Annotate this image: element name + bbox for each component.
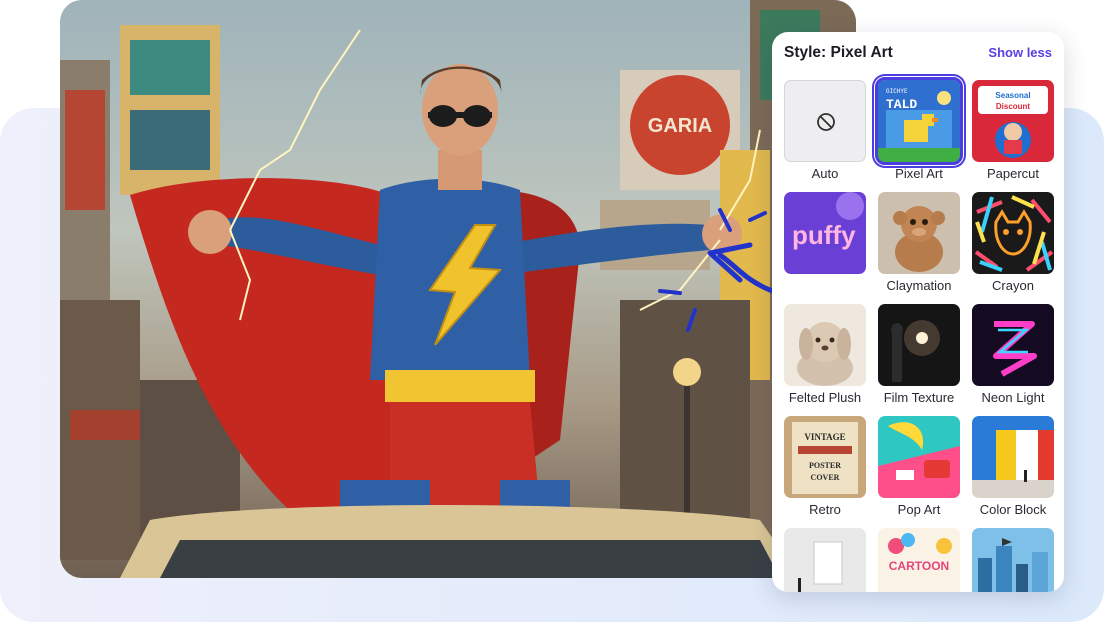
style-tile-neon-light[interactable]: Neon Light: [972, 304, 1054, 405]
style-tile-pop-art[interactable]: Pop Art: [878, 416, 960, 517]
color-block-thumbnail: [972, 416, 1054, 498]
style-thumb: [878, 416, 960, 498]
cartoon-thumbnail: CARTOON: [878, 528, 960, 592]
style-tile-film-texture[interactable]: Film Texture: [878, 304, 960, 405]
style-thumb: [972, 528, 1054, 592]
pixel-subtext: GICHYE: [886, 88, 908, 95]
crayon-thumbnail: [972, 192, 1054, 274]
style-label: Claymation: [886, 278, 952, 293]
style-tile-cartoon[interactable]: CARTOON: [878, 528, 960, 592]
style-tile-pixel-art[interactable]: GICHYE TALD Pixel Art: [875, 77, 963, 181]
sign-text: GARIA: [648, 115, 712, 137]
panel-header: Style: Pixel Art Show less: [772, 32, 1064, 76]
style-thumb: [878, 304, 960, 386]
minimal-thumbnail: [784, 528, 866, 592]
puffy-text: puffy: [792, 220, 856, 250]
style-tile-puffy[interactable]: puffy: [784, 192, 866, 290]
pixel-art-thumbnail: GICHYE TALD: [878, 80, 960, 162]
pop-art-thumbnail: [878, 416, 960, 498]
style-tile-color-block[interactable]: Color Block: [972, 416, 1054, 517]
style-thumb: [784, 80, 866, 162]
style-tile-auto[interactable]: Auto: [784, 80, 866, 181]
style-tile-crayon[interactable]: Crayon: [972, 192, 1054, 293]
felted-plush-thumbnail: [784, 304, 866, 386]
pixel-text: TALD: [886, 97, 917, 112]
cartoon-text: CARTOON: [889, 559, 949, 573]
retro-thumbnail: VINTAGE POSTER COVER: [784, 416, 866, 498]
style-thumb: [784, 304, 866, 386]
no-style-icon: [817, 113, 835, 131]
svg-text:VINTAGE: VINTAGE: [804, 432, 845, 442]
svg-text:Discount: Discount: [996, 102, 1031, 111]
style-label: Retro: [809, 502, 841, 517]
style-tile-felted-plush[interactable]: Felted Plush: [784, 304, 866, 405]
style-thumb: puffy: [784, 192, 866, 274]
style-tile-claymation[interactable]: Claymation: [878, 192, 960, 293]
style-thumb: [972, 416, 1054, 498]
style-label: Neon Light: [981, 390, 1045, 405]
style-label: Papercut: [986, 166, 1040, 181]
style-tile-retro[interactable]: VINTAGE POSTER COVER Retro: [784, 416, 866, 517]
style-thumb: Seasonal Discount: [972, 80, 1054, 162]
city-thumbnail: [972, 528, 1054, 592]
style-label: Film Texture: [883, 390, 955, 405]
style-picker-panel: Style: Pixel Art Show less Auto GICHYE T…: [772, 32, 1064, 592]
style-tile-city[interactable]: [972, 528, 1054, 592]
style-thumb: CARTOON: [878, 528, 960, 592]
style-thumb: [878, 192, 960, 274]
style-thumb: VINTAGE POSTER COVER: [784, 416, 866, 498]
svg-text:COVER: COVER: [811, 473, 840, 482]
style-thumb: [784, 528, 866, 592]
style-label: Color Block: [979, 502, 1047, 517]
style-label: Pixel Art: [895, 166, 943, 181]
film-texture-thumbnail: [878, 304, 960, 386]
style-label: Felted Plush: [788, 390, 862, 405]
style-label: Pop Art: [897, 502, 941, 517]
style-thumb: [972, 192, 1054, 274]
show-less-link[interactable]: Show less: [988, 45, 1052, 60]
panel-title: Style: Pixel Art: [784, 44, 893, 61]
style-label: Crayon: [992, 278, 1034, 293]
style-label: Auto: [811, 166, 839, 181]
svg-text:Seasonal: Seasonal: [995, 91, 1030, 100]
style-thumb: GICHYE TALD: [875, 77, 963, 165]
style-tile-minimal[interactable]: [784, 528, 866, 592]
claymation-thumbnail: [878, 192, 960, 274]
style-tile-papercut[interactable]: Seasonal Discount Papercut: [972, 80, 1054, 181]
puffy-thumbnail: puffy: [784, 192, 866, 274]
svg-text:POSTER: POSTER: [809, 461, 841, 470]
papercut-thumbnail: Seasonal Discount: [972, 80, 1054, 162]
neon-light-thumbnail: [972, 304, 1054, 386]
style-thumb: [972, 304, 1054, 386]
